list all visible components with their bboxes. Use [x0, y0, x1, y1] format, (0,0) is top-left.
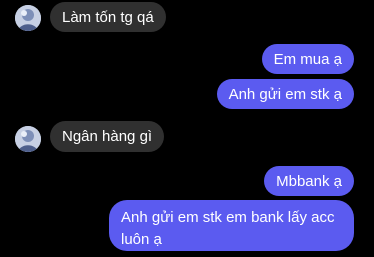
contact-avatar[interactable]: [15, 5, 41, 31]
avatar-image-icon: [15, 126, 41, 152]
message-bubble-incoming[interactable]: Ngân hàng gì: [50, 121, 165, 152]
message-bubble-incoming[interactable]: Làm tốn tg qá: [50, 2, 166, 32]
avatar-image-icon: [15, 5, 41, 31]
message-bubble-outgoing[interactable]: Anh gửi em stk em bank lấy acc luôn ạ: [109, 200, 354, 251]
message-bubble-outgoing[interactable]: Anh gửi em stk ạ: [216, 79, 354, 109]
message-bubble-outgoing[interactable]: Mbbank ạ: [264, 166, 354, 196]
message-bubble-outgoing[interactable]: Em mua ạ: [261, 44, 354, 74]
contact-avatar[interactable]: [15, 126, 41, 152]
